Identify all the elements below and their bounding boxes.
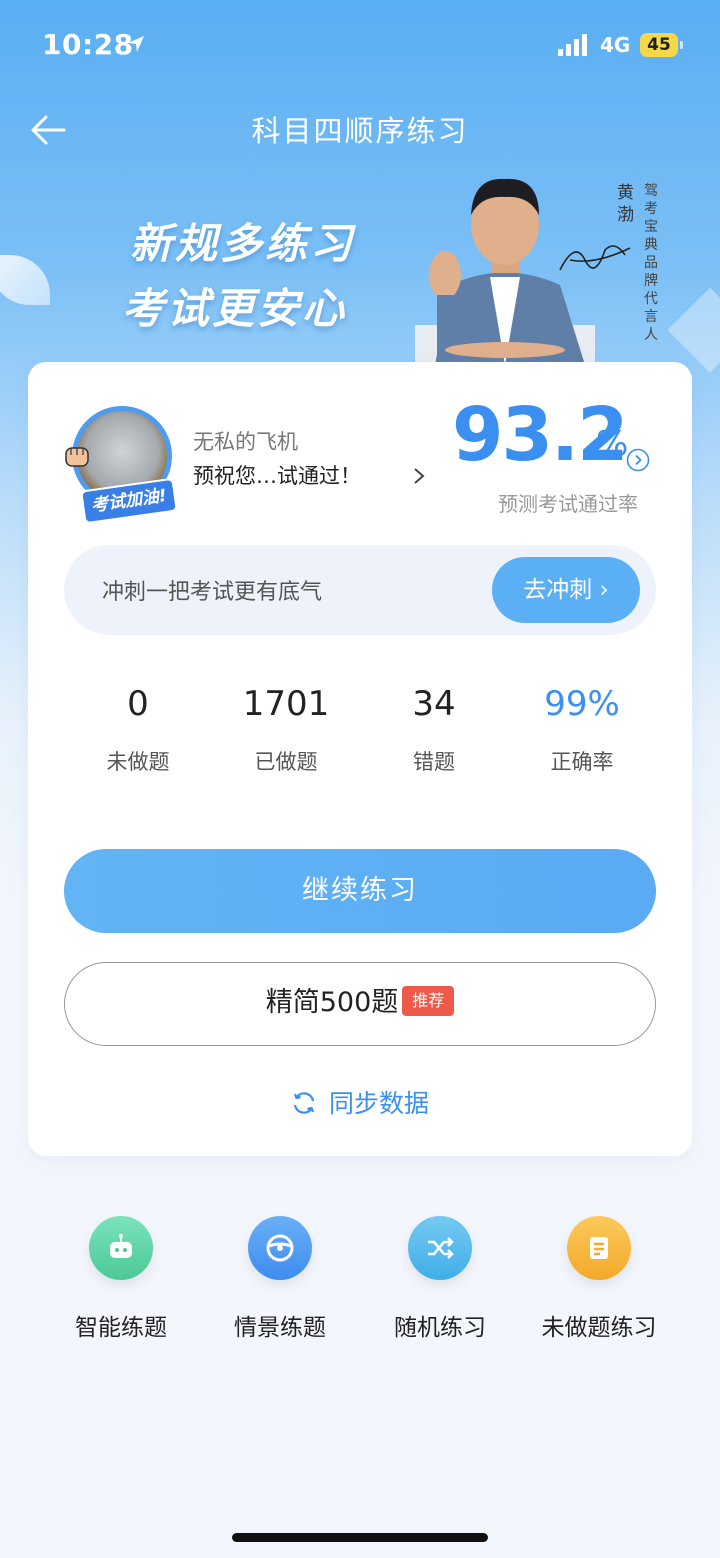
mode-label: 情景练题 [234, 1315, 326, 1341]
mode-label: 随机练习 [394, 1315, 486, 1341]
stat-answered[interactable]: 1701 已做题 [212, 682, 360, 776]
stat-label: 错题 [413, 750, 455, 774]
battery-level: 45 [640, 33, 678, 57]
mode-random-practice[interactable]: 随机练习 [360, 1216, 520, 1342]
continue-practice-button[interactable]: 继续练习 [64, 849, 656, 933]
chevron-circle-right-icon[interactable] [626, 448, 650, 472]
location-arrow-icon [128, 36, 144, 52]
status-bar: 10:28 4G 45 [0, 0, 720, 90]
banner-slogan-line2: 考试更安心 [122, 284, 348, 333]
status-time: 10:28 [42, 28, 134, 61]
chevron-right-icon: › [599, 577, 609, 603]
sprint-button[interactable]: 去冲刺 › [492, 557, 640, 623]
stat-label: 未做题 [106, 750, 170, 774]
mode-unanswered-practice[interactable]: 未做题练习 [519, 1216, 679, 1342]
pass-rate-unit: % [596, 424, 629, 464]
sync-icon [293, 1092, 315, 1114]
signature-image [559, 245, 631, 271]
stat-accuracy: 99% 正确率 [508, 682, 656, 776]
stat-label: 已做题 [254, 750, 318, 774]
chevron-right-icon[interactable] [411, 464, 427, 488]
battery-tip [680, 41, 683, 49]
robot-icon [89, 1216, 153, 1280]
sprint-banner: 冲刺一把考试更有底气 去冲刺 › [64, 545, 656, 635]
network-type: 4G [600, 33, 631, 57]
pass-rate-label: 预测考试通过率 [498, 492, 638, 516]
home-indicator[interactable] [232, 1533, 488, 1542]
page-title: 科目四顺序练习 [251, 114, 469, 148]
mode-label: 智能练题 [75, 1315, 167, 1341]
sync-data-label: 同步数据 [328, 1089, 429, 1118]
mode-scenario-practice[interactable]: 情景练题 [200, 1216, 360, 1342]
mode-smart-practice[interactable]: 智能练题 [41, 1216, 201, 1342]
practice-card: 考试加油! 无私的飞机 预祝您…试通过！ 93.2 % 预测考试通过率 冲刺一把… [28, 362, 692, 1156]
simplified-500-button[interactable]: 精简500题 推荐 [64, 962, 656, 1046]
stat-unanswered[interactable]: 0 未做题 [64, 682, 212, 776]
simplified-500-label: 精简500题 [265, 987, 399, 1018]
stat-value: 1701 [242, 684, 330, 724]
spokesperson-name: 黄渤 [617, 183, 634, 225]
recommend-tag: 推荐 [402, 985, 455, 1016]
document-icon [567, 1216, 631, 1280]
stat-value: 0 [127, 684, 149, 724]
fist-icon [65, 447, 89, 467]
shuffle-icon [408, 1216, 472, 1280]
sprint-button-label: 去冲刺 [523, 577, 593, 603]
spokesperson-title: 驾考宝典品牌代言人 [644, 183, 658, 343]
stat-value: 34 [412, 684, 456, 724]
signal-bars-icon [558, 34, 587, 56]
stat-value: 99% [544, 684, 620, 724]
sprint-text: 冲刺一把考试更有底气 [102, 580, 323, 605]
banner-slogan-line1: 新规多练习 [130, 219, 356, 268]
stat-label: 正确率 [550, 750, 614, 774]
steering-wheel-icon [248, 1216, 312, 1280]
stats-row: 0 未做题 1701 已做题 34 错题 99% 正确率 [28, 682, 692, 792]
username: 无私的飞机 [193, 430, 298, 454]
wish-text[interactable]: 预祝您…试通过！ [193, 460, 361, 490]
sync-data-link[interactable]: 同步数据 [28, 1084, 692, 1120]
mode-label: 未做题练习 [541, 1315, 657, 1341]
stat-wrong[interactable]: 34 错题 [360, 682, 508, 776]
